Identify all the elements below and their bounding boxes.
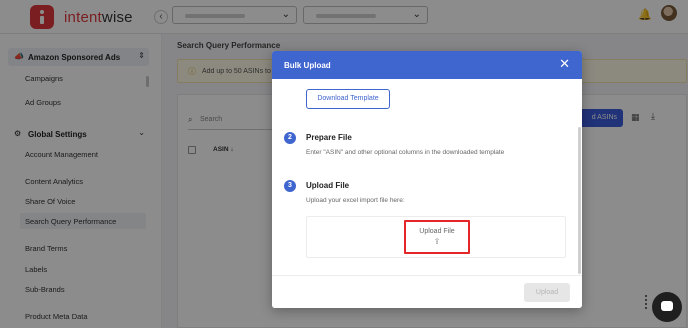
step-number: 3 [284, 180, 296, 192]
drag-handle-icon[interactable] [645, 295, 651, 311]
step-title: Prepare File [306, 133, 352, 142]
close-icon[interactable]: ✕ [559, 57, 570, 71]
chat-widget-button[interactable] [652, 292, 682, 322]
bulk-upload-modal: Bulk Upload ✕ Download Template 2 Prepar… [272, 51, 582, 308]
modal-title: Bulk Upload [284, 61, 331, 70]
download-template-button[interactable]: Download Template [306, 89, 390, 109]
modal-body: Download Template 2 Prepare File Enter "… [272, 79, 582, 275]
modal-header: Bulk Upload ✕ [272, 51, 582, 79]
step-description: Upload your excel import file here: [306, 197, 405, 204]
modal-scrollbar[interactable] [578, 127, 581, 274]
upload-button[interactable]: Upload [524, 283, 570, 302]
step-title: Upload File [306, 181, 350, 190]
modal-footer: Upload [272, 275, 582, 308]
file-dropzone[interactable]: Upload File ⇪ [306, 216, 566, 258]
step-description: Enter "ASIN" and other optional columns … [306, 149, 505, 156]
step-number: 2 [284, 132, 296, 144]
cloud-upload-icon: ⇪ [433, 237, 441, 246]
chat-icon [661, 301, 673, 311]
upload-file-button[interactable]: Upload File ⇪ [404, 220, 470, 254]
